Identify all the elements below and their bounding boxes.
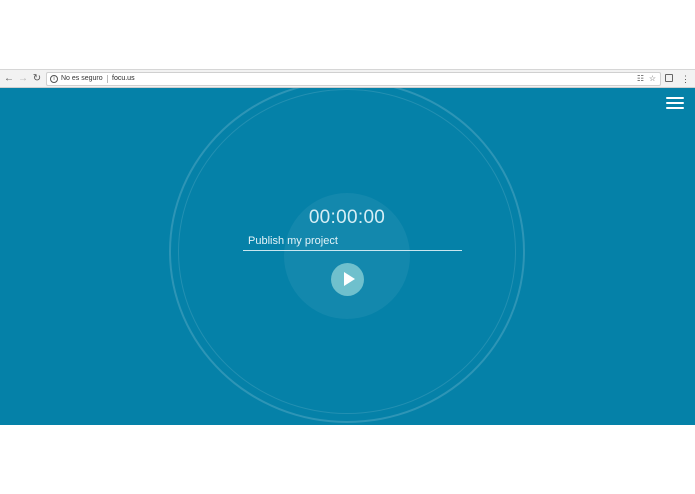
task-input[interactable] bbox=[243, 231, 462, 251]
browser-toolbar: ← → ↻ i No es seguro focu.us ☷ ☆ ⋮ bbox=[0, 69, 695, 88]
screenshot-frame: ← → ↻ i No es seguro focu.us ☷ ☆ ⋮ 00:00… bbox=[0, 0, 695, 494]
security-label[interactable]: No es seguro bbox=[61, 74, 103, 84]
play-icon bbox=[344, 272, 355, 286]
menu-bar-middle bbox=[666, 102, 684, 104]
play-button[interactable] bbox=[331, 263, 364, 296]
menu-bar-top bbox=[666, 97, 684, 99]
reload-icon[interactable]: ↻ bbox=[31, 72, 43, 86]
focus-app-page: 00:00:00 bbox=[0, 88, 695, 425]
info-icon[interactable]: i bbox=[50, 75, 58, 83]
timer-display: 00:00:00 bbox=[308, 207, 386, 228]
menu-bar-bottom bbox=[666, 107, 684, 109]
star-icon[interactable]: ☆ bbox=[649, 74, 656, 84]
address-bar[interactable]: i No es seguro focu.us ☷ ☆ bbox=[46, 72, 661, 86]
hamburger-menu-icon[interactable] bbox=[666, 97, 684, 110]
extension-icon[interactable] bbox=[665, 74, 673, 82]
translate-icon[interactable]: ☷ bbox=[637, 74, 644, 84]
more-vert-icon[interactable]: ⋮ bbox=[681, 72, 690, 86]
address-divider bbox=[107, 75, 108, 83]
url-text[interactable]: focu.us bbox=[112, 74, 135, 84]
forward-arrow-icon[interactable]: → bbox=[17, 72, 29, 86]
back-arrow-icon[interactable]: ← bbox=[3, 72, 15, 86]
